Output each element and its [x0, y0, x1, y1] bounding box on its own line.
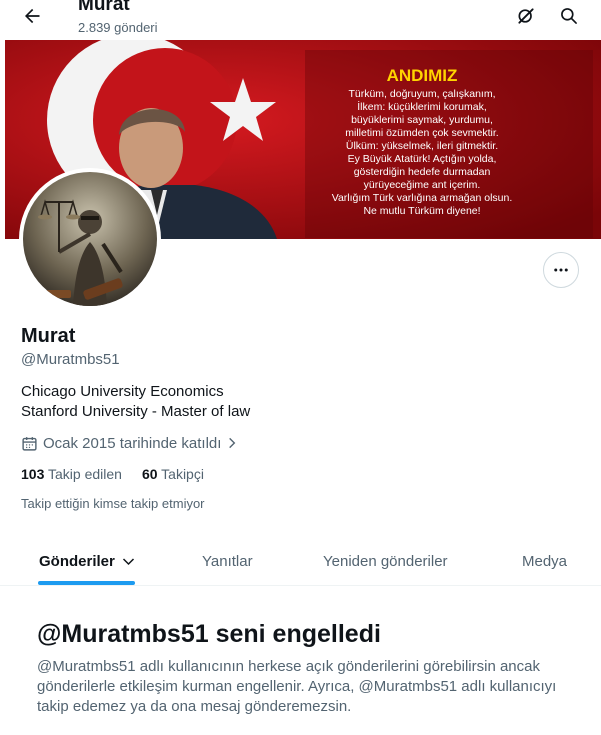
tab-posts[interactable]: Gönderiler: [39, 536, 136, 586]
tab-label: Yanıtlar: [202, 552, 253, 570]
joined-date[interactable]: Ocak 2015 tarihinde katıldı: [21, 432, 239, 454]
banner-line: milletimi özümden çok sevmektir.: [345, 127, 498, 139]
banner-line: İlkem: küçüklerimi korumak,: [357, 100, 487, 113]
post-count: 2.839 gönderi: [78, 20, 158, 35]
back-button[interactable]: [18, 4, 46, 28]
grok-icon: [518, 8, 534, 24]
arrow-left-icon: [25, 8, 40, 24]
follow-stats: 103 Takip edilen 60 Takipçi: [21, 464, 204, 484]
following-count: 103: [21, 466, 45, 482]
header-title: Murat: [78, 0, 130, 15]
more-dots-icon: [554, 268, 568, 272]
banner-line: Türküm, doğruyum, çalışkanım,: [348, 88, 495, 100]
profile-tabs: Gönderiler Yanıtlar Yeniden gönderiler M…: [0, 536, 601, 586]
banner-line: gösterdiğin hedefe durmadan: [354, 166, 491, 178]
tab-media[interactable]: Medya: [522, 536, 567, 586]
blocked-title: @Muratmbs51 seni engelledi: [37, 620, 381, 648]
blocked-description: @Muratmbs51 adlı kullanıcının herkese aç…: [37, 658, 557, 715]
banner-line: yürüyeceğime ant içerim.: [364, 179, 481, 191]
avatar[interactable]: [19, 168, 161, 310]
banner-line: Ey Büyük Atatürk! Açtığın yolda,: [348, 153, 497, 165]
profile-bio: Chicago University Economics Stanford Un…: [21, 382, 250, 422]
bio-line: Stanford University - Master of law: [21, 403, 251, 420]
tab-replies[interactable]: Yanıtlar: [202, 536, 253, 586]
chevron-down-icon: [122, 557, 134, 565]
joined-text: Ocak 2015 tarihinde katıldı: [43, 434, 222, 452]
search-button[interactable]: [557, 4, 581, 28]
avatar-image: [23, 172, 157, 306]
tab-label: Gönderiler: [39, 552, 115, 570]
followers-label: Takipçi: [161, 466, 204, 482]
profile-handle: @Muratmbs51: [21, 351, 120, 368]
calendar-icon: [21, 434, 39, 452]
bio-line: Chicago University Economics: [21, 383, 224, 400]
profile-name: Murat: [21, 325, 76, 347]
tab-label: Yeniden gönderiler: [323, 552, 448, 570]
more-options-button[interactable]: [543, 252, 579, 288]
following-label: Takip edilen: [48, 466, 122, 482]
banner-line: Ne mutlu Türküm diyene!: [363, 205, 480, 217]
tab-label: Medya: [522, 552, 568, 570]
search-icon: [561, 8, 577, 24]
followers-link[interactable]: 60 Takipçi: [142, 464, 204, 484]
tab-reposts[interactable]: Yeniden gönderiler: [323, 536, 448, 586]
grok-button[interactable]: [514, 4, 538, 28]
banner-title: ANDIMIZ: [387, 66, 458, 85]
banner-line: Varlığım Türk varlığına armağan olsun.: [332, 192, 513, 204]
followers-count: 60: [141, 466, 158, 482]
following-link[interactable]: 103 Takip edilen: [21, 464, 122, 484]
top-bar: Murat 2.839 gönderi: [0, 0, 601, 40]
followers-you-know: Takip ettiğin kimse takip etmiyor: [21, 496, 205, 511]
banner-line: büyüklerimi saymak, yurdumu,: [351, 114, 493, 126]
chevron-right-icon: [225, 436, 239, 450]
active-tab-indicator: [38, 581, 135, 585]
banner-line: Ülküm: yükselmek, ileri gitmektir.: [346, 140, 498, 152]
